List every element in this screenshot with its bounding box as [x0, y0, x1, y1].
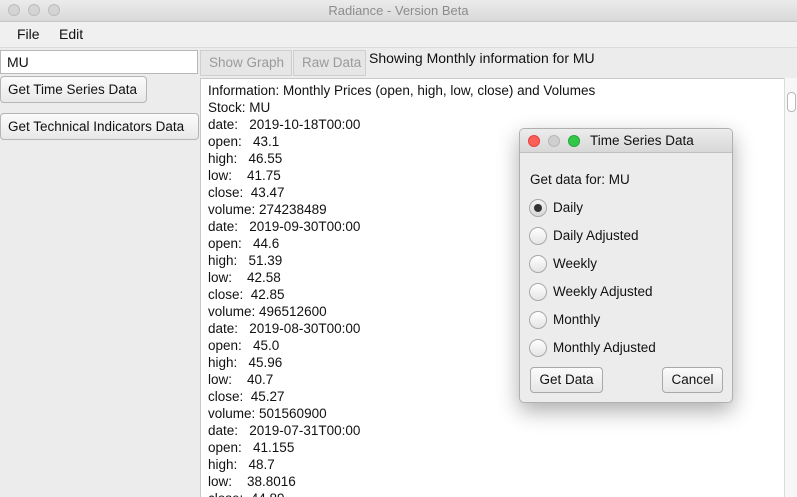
radio-label[interactable]: Monthly	[553, 312, 600, 327]
radio-label[interactable]: Daily Adjusted	[553, 228, 639, 243]
output-line: open: 41.155	[208, 440, 295, 455]
output-line: volume: 501560900	[208, 406, 327, 421]
radio-label[interactable]: Daily	[553, 200, 583, 215]
status-label: Showing Monthly information for MU	[369, 50, 595, 66]
output-line: close: 44.89	[208, 490, 595, 497]
menu-file[interactable]: File	[17, 26, 40, 42]
output-line: Stock: MU	[208, 100, 271, 115]
vertical-scrollbar[interactable]	[784, 78, 797, 497]
get-data-button[interactable]: Get Data	[530, 367, 603, 393]
output-line: low: 38.8016	[208, 474, 296, 489]
show-graph-button[interactable]: Show Graph	[200, 50, 292, 76]
radio-button-icon[interactable]	[529, 199, 547, 217]
raw-data-button[interactable]: Raw Data	[293, 50, 366, 76]
radio-label[interactable]: Weekly	[553, 256, 597, 271]
time-series-dialog: Time Series Data Get data for: MU Daily …	[519, 128, 733, 403]
cancel-button[interactable]: Cancel	[662, 367, 723, 393]
get-time-series-button[interactable]: Get Time Series Data	[0, 76, 147, 103]
window-titlebar: Radiance - Version Beta	[0, 0, 797, 22]
menu-bar: File Edit	[0, 22, 797, 48]
dialog-titlebar: Time Series Data	[520, 129, 732, 153]
dialog-prompt: Get data for: MU	[530, 172, 630, 187]
dialog-close-icon[interactable]	[528, 135, 540, 147]
get-technical-indicators-button[interactable]: Get Technical Indicators Data	[0, 113, 199, 140]
radio-button-icon[interactable]	[529, 339, 547, 357]
dialog-zoom-icon[interactable]	[568, 135, 580, 147]
dialog-minimize-icon	[548, 135, 560, 147]
output-line: high: 48.7	[208, 457, 275, 472]
output-line: Information: Monthly Prices (open, high,…	[208, 83, 596, 98]
radio-label[interactable]: Monthly Adjusted	[553, 340, 656, 355]
output-line: date: 2019-07-31T00:00	[208, 423, 361, 438]
radio-label[interactable]: Weekly Adjusted	[553, 284, 653, 299]
window-title: Radiance - Version Beta	[328, 3, 469, 18]
radio-button-icon[interactable]	[529, 227, 547, 245]
radio-button-icon[interactable]	[529, 311, 547, 329]
radio-button-icon[interactable]	[529, 283, 547, 301]
stock-symbol-input[interactable]	[0, 50, 198, 74]
scrollbar-thumb[interactable]	[787, 92, 796, 112]
radio-button-icon[interactable]	[529, 255, 547, 273]
menu-edit[interactable]: Edit	[59, 26, 83, 42]
dialog-title: Time Series Data	[590, 133, 694, 148]
